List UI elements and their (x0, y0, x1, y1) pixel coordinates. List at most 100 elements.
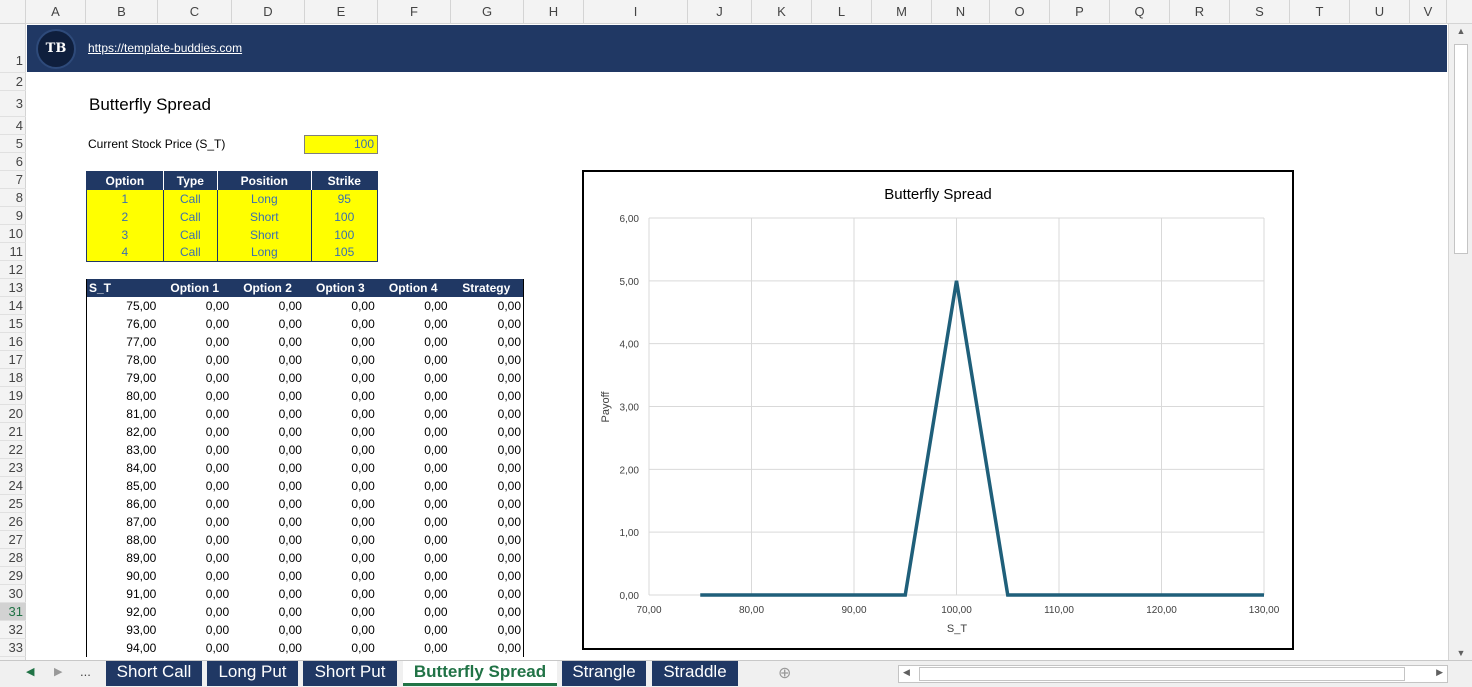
row-header[interactable]: 28 (0, 549, 26, 567)
payoff-cell[interactable]: 0,00 (231, 495, 304, 513)
row-header[interactable]: 15 (0, 315, 26, 333)
payoff-cell[interactable]: 0,00 (377, 549, 450, 567)
payoff-cell[interactable]: 92,00 (87, 603, 159, 621)
payoff-cell[interactable]: 0,00 (377, 567, 450, 585)
options-cell[interactable]: Call (163, 207, 219, 226)
column-header[interactable]: P (1050, 0, 1110, 24)
vertical-scroll-thumb[interactable] (1454, 44, 1468, 254)
payoff-cell[interactable]: 83,00 (87, 441, 159, 459)
options-cell[interactable]: Long (217, 189, 312, 208)
payoff-cell[interactable]: 0,00 (231, 639, 304, 657)
payoff-cell[interactable]: 0,00 (231, 315, 304, 333)
options-cell[interactable]: 105 (311, 243, 378, 262)
row-header[interactable]: 33 (0, 639, 26, 657)
current-price-input[interactable]: 100 (304, 135, 378, 154)
column-header[interactable]: K (752, 0, 812, 24)
row-header[interactable]: 11 (0, 243, 26, 261)
options-cell[interactable]: 2 (86, 207, 164, 226)
payoff-cell[interactable]: 0,00 (158, 639, 231, 657)
payoff-cell[interactable]: 0,00 (304, 333, 377, 351)
options-cell[interactable]: Short (217, 207, 312, 226)
payoff-cell[interactable]: 0,00 (231, 459, 304, 477)
payoff-cell[interactable]: 0,00 (377, 621, 450, 639)
sheet-tab[interactable]: Long Put (207, 661, 298, 686)
row-header[interactable]: 14 (0, 297, 26, 315)
more-sheets-icon[interactable]: ... (80, 664, 91, 679)
payoff-cell[interactable]: 90,00 (87, 567, 159, 585)
row-header[interactable]: 1 (0, 24, 26, 73)
payoff-cell[interactable]: 0,00 (450, 621, 524, 639)
sheet-tab[interactable]: Butterfly Spread (403, 661, 557, 686)
row-header[interactable]: 13 (0, 279, 26, 297)
payoff-cell[interactable]: 79,00 (87, 369, 159, 387)
payoff-cell[interactable]: 0,00 (158, 423, 231, 441)
payoff-cell[interactable]: 75,00 (87, 297, 159, 315)
payoff-cell[interactable]: 0,00 (304, 639, 377, 657)
payoff-cell[interactable]: 0,00 (377, 387, 450, 405)
payoff-cell[interactable]: 0,00 (450, 495, 524, 513)
payoff-cell[interactable]: 0,00 (377, 333, 450, 351)
payoff-cell[interactable]: 0,00 (304, 351, 377, 369)
column-header[interactable]: D (232, 0, 305, 24)
payoff-cell[interactable]: 93,00 (87, 621, 159, 639)
payoff-cell[interactable]: 0,00 (158, 387, 231, 405)
column-header[interactable]: V (1410, 0, 1447, 24)
payoff-cell[interactable]: 80,00 (87, 387, 159, 405)
payoff-cell[interactable]: 0,00 (377, 351, 450, 369)
payoff-cell[interactable]: 0,00 (158, 513, 231, 531)
row-header[interactable]: 10 (0, 225, 26, 243)
payoff-cell[interactable]: 89,00 (87, 549, 159, 567)
payoff-cell[interactable]: 0,00 (377, 639, 450, 657)
payoff-cell[interactable]: 0,00 (450, 549, 524, 567)
column-header[interactable]: N (932, 0, 990, 24)
payoff-cell[interactable]: 0,00 (377, 513, 450, 531)
payoff-cell[interactable]: 0,00 (304, 567, 377, 585)
payoff-cell[interactable]: 0,00 (231, 513, 304, 531)
payoff-cell[interactable]: 0,00 (377, 603, 450, 621)
payoff-cell[interactable]: 77,00 (87, 333, 159, 351)
payoff-cell[interactable]: 81,00 (87, 405, 159, 423)
payoff-cell[interactable]: 0,00 (450, 315, 524, 333)
payoff-cell[interactable]: 85,00 (87, 477, 159, 495)
payoff-cell[interactable]: 0,00 (377, 459, 450, 477)
sheet-tab[interactable]: Straddle (652, 661, 738, 686)
payoff-cell[interactable]: 0,00 (377, 477, 450, 495)
row-header[interactable]: 7 (0, 171, 26, 189)
scroll-down-icon[interactable]: ▼ (1449, 648, 1472, 658)
payoff-cell[interactable]: 0,00 (231, 333, 304, 351)
column-header[interactable]: T (1290, 0, 1350, 24)
payoff-cell[interactable]: 0,00 (450, 405, 524, 423)
payoff-cell[interactable]: 0,00 (450, 297, 524, 315)
payoff-chart[interactable]: Butterfly Spread 70,00 80,00 90,00 100,00 110… (582, 170, 1294, 650)
column-header[interactable]: I (584, 0, 688, 24)
vertical-scrollbar[interactable]: ▲ ▼ (1448, 24, 1472, 660)
options-cell[interactable]: Short (217, 225, 312, 244)
payoff-cell[interactable]: 0,00 (158, 459, 231, 477)
payoff-cell[interactable]: 0,00 (158, 531, 231, 549)
payoff-cell[interactable]: 0,00 (304, 297, 377, 315)
scroll-left-icon[interactable]: ◀ (903, 667, 910, 678)
payoff-cell[interactable]: 0,00 (304, 621, 377, 639)
payoff-cell[interactable]: 76,00 (87, 315, 159, 333)
payoff-cell[interactable]: 0,00 (158, 567, 231, 585)
payoff-cell[interactable]: 0,00 (377, 369, 450, 387)
row-header[interactable]: 9 (0, 207, 26, 225)
payoff-cell[interactable]: 0,00 (450, 603, 524, 621)
payoff-cell[interactable]: 0,00 (377, 423, 450, 441)
payoff-cell[interactable]: 0,00 (158, 603, 231, 621)
website-link[interactable]: https://template-buddies.com (88, 41, 242, 55)
payoff-cell[interactable]: 87,00 (87, 513, 159, 531)
payoff-cell[interactable]: 0,00 (231, 441, 304, 459)
payoff-cell[interactable]: 0,00 (304, 405, 377, 423)
payoff-cell[interactable]: 0,00 (158, 297, 231, 315)
payoff-cell[interactable]: 0,00 (450, 585, 524, 603)
payoff-cell[interactable]: 0,00 (158, 621, 231, 639)
payoff-cell[interactable]: 0,00 (450, 531, 524, 549)
payoff-cell[interactable]: 0,00 (377, 315, 450, 333)
row-header[interactable]: 6 (0, 153, 26, 171)
payoff-cell[interactable]: 0,00 (231, 405, 304, 423)
payoff-cell[interactable]: 0,00 (231, 423, 304, 441)
payoff-cell[interactable]: 0,00 (231, 477, 304, 495)
column-header[interactable]: M (872, 0, 932, 24)
next-sheet-icon[interactable]: ▶ (54, 665, 62, 678)
